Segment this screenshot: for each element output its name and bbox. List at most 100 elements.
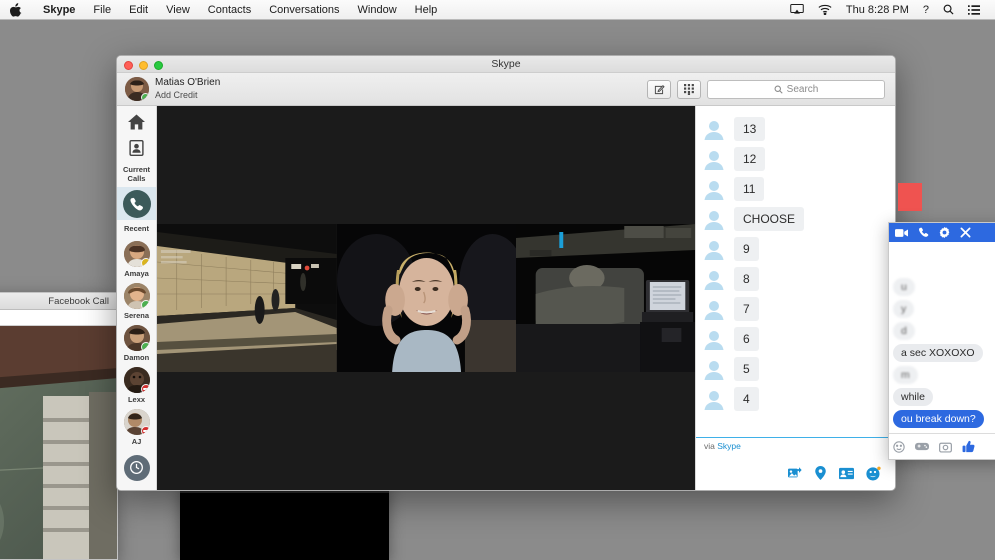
avatar: [124, 241, 150, 267]
messenger-header[interactable]: [889, 223, 995, 242]
video-camera-icon[interactable]: [895, 228, 908, 238]
search-icon: [774, 85, 783, 94]
video-tile-dark-room-laptop-feed[interactable]: [516, 224, 695, 372]
chat-action-bar[interactable]: [696, 455, 895, 491]
video-tile-subway-platform-feed[interactable]: [157, 224, 337, 372]
chat-message-row[interactable]: 11: [696, 174, 895, 204]
messenger-message-row[interactable]: ou break down?: [889, 408, 995, 428]
facebook-call-title: Facebook Call: [0, 293, 117, 310]
minimize-button[interactable]: [139, 61, 148, 70]
spotlight-search-icon[interactable]: [936, 4, 961, 15]
game-controller-icon[interactable]: [915, 441, 929, 452]
chat-message-row[interactable]: 13: [696, 114, 895, 144]
sidebar-item-history[interactable]: [117, 452, 157, 483]
compose-new-message-button[interactable]: [647, 80, 671, 99]
avatar: [124, 283, 150, 309]
chat-message-row[interactable]: CHOOSE: [696, 204, 895, 234]
menu-item-conversations[interactable]: Conversations: [260, 0, 348, 20]
maximize-button[interactable]: [154, 61, 163, 70]
send-file-icon[interactable]: [788, 466, 802, 480]
camera-icon[interactable]: [939, 441, 952, 453]
chat-input-field[interactable]: via Skype: [696, 437, 895, 455]
sidebar-item-contact-damon[interactable]: Damon: [117, 322, 157, 364]
messenger-message-list[interactable]: u y d a sec XOXOXO m while ou break down…: [889, 242, 995, 428]
messenger-message-row[interactable]: while: [889, 386, 995, 408]
dialpad-icon: [684, 84, 695, 95]
skype-sidebar[interactable]: Current Calls Recent: [117, 106, 157, 491]
sidebar-item-contact-lexx[interactable]: Lexx: [117, 364, 157, 406]
location-pin-icon[interactable]: [814, 466, 827, 480]
facebook-call-window[interactable]: Facebook Call =100013981710058: [0, 292, 118, 560]
default-user-avatar-icon: [702, 177, 726, 201]
chat-message-row[interactable]: 7: [696, 294, 895, 324]
menu-item-help[interactable]: Help: [406, 0, 447, 20]
wifi-icon[interactable]: [811, 4, 839, 15]
account-summary[interactable]: Matias O'Brien Add Credit: [125, 77, 220, 101]
facebook-messenger-window[interactable]: u y d a sec XOXOXO m while ou break down…: [888, 222, 995, 460]
airplay-icon[interactable]: [783, 4, 811, 15]
chat-message-list[interactable]: 13 12 11: [696, 106, 895, 437]
menu-item-edit[interactable]: Edit: [120, 0, 157, 20]
add-credit-link[interactable]: Add Credit: [155, 90, 220, 101]
search-input[interactable]: Search: [787, 84, 819, 95]
chat-message-row[interactable]: 6: [696, 324, 895, 354]
window-controls[interactable]: [124, 61, 163, 70]
menu-help-item[interactable]: ?: [916, 0, 936, 20]
contact-card-icon[interactable]: [839, 467, 854, 480]
chat-panel[interactable]: 13 12 11: [695, 106, 895, 491]
menu-item-view[interactable]: View: [157, 0, 199, 20]
messenger-message-row[interactable]: y: [889, 298, 995, 320]
messenger-message-text: a sec XOXOXO: [893, 344, 983, 362]
chat-message-row[interactable]: 8: [696, 264, 895, 294]
mac-menu-bar[interactable]: Skype File Edit View Contacts Conversati…: [0, 0, 995, 20]
gear-icon[interactable]: [939, 227, 950, 238]
skype-window[interactable]: Skype Matias O'Brien Add Credit: [116, 55, 896, 491]
compose-new-message-icon: [654, 84, 665, 95]
sidebar-item-contact-amaya[interactable]: Amaya: [117, 238, 157, 280]
sidebar-item-active-call[interactable]: [117, 187, 157, 220]
chat-input-service[interactable]: Skype: [717, 441, 741, 451]
sidebar-item-contact-aj[interactable]: AJ: [117, 406, 157, 448]
sidebar-item-contacts[interactable]: [129, 140, 144, 156]
skype-toolbar: Matias O'Brien Add Credit: [117, 73, 895, 106]
chat-message-row[interactable]: 4: [696, 384, 895, 414]
chat-message-row[interactable]: 12: [696, 144, 895, 174]
close-icon[interactable]: [960, 227, 971, 238]
video-participants-row: [157, 224, 695, 372]
phone-call-icon[interactable]: [918, 227, 929, 238]
history-avatar: [124, 455, 150, 481]
chat-message-row[interactable]: 9: [696, 234, 895, 264]
sidebar-item-home[interactable]: [128, 114, 145, 130]
sidebar-item-contact-serena[interactable]: Serena: [117, 280, 157, 322]
menu-item-file[interactable]: File: [84, 0, 120, 20]
contact-name: AJ: [132, 437, 142, 446]
dialpad-button[interactable]: [677, 80, 701, 99]
menu-item-skype[interactable]: Skype: [34, 0, 84, 20]
skype-window-title: Skype: [117, 56, 895, 73]
menu-status-area: Thu 8:28 PM ?: [783, 0, 995, 20]
avatar: [124, 409, 150, 435]
messenger-message-row[interactable]: a sec XOXOXO: [889, 342, 995, 364]
emoji-icon[interactable]: [893, 441, 905, 453]
background-black-window[interactable]: [180, 483, 389, 560]
menu-clock[interactable]: Thu 8:28 PM: [839, 0, 916, 20]
default-user-avatar-icon: [702, 267, 726, 291]
thumbs-up-icon[interactable]: [962, 440, 975, 453]
emoji-icon[interactable]: [866, 466, 881, 481]
video-call-stage[interactable]: [157, 106, 695, 491]
messenger-message-row[interactable]: d: [889, 320, 995, 342]
messenger-action-bar[interactable]: [889, 433, 995, 459]
messenger-message-row[interactable]: m: [889, 364, 995, 386]
apple-logo-icon[interactable]: [0, 3, 34, 17]
notification-list-icon[interactable]: [961, 5, 987, 15]
skype-titlebar[interactable]: Skype: [117, 56, 895, 73]
menu-item-contacts[interactable]: Contacts: [199, 0, 260, 20]
menu-item-window[interactable]: Window: [349, 0, 406, 20]
messenger-message-row[interactable]: u: [889, 276, 995, 298]
skype-body: Current Calls Recent: [117, 106, 895, 491]
chat-message-row[interactable]: 5: [696, 354, 895, 384]
close-button[interactable]: [124, 61, 133, 70]
video-tile-distressed-woman-webcam-feed[interactable]: [337, 224, 516, 372]
chat-message-text: 13: [734, 117, 765, 141]
search-field[interactable]: Search: [707, 80, 885, 99]
